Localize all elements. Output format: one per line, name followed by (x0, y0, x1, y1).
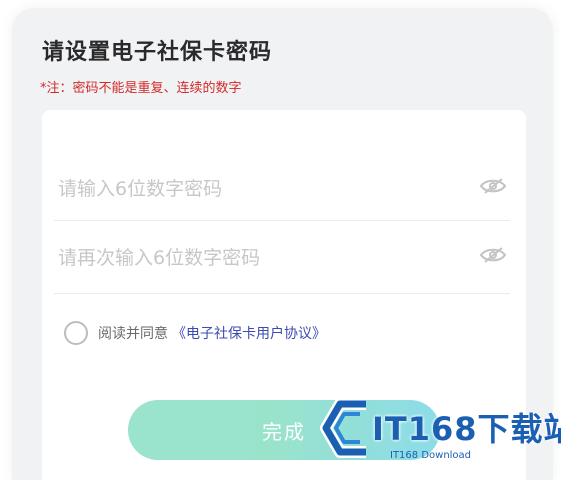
confirm-password-placeholder: 请再次输入6位数字密码 (58, 247, 261, 269)
agree-text: 阅读并同意 (98, 326, 168, 342)
password-field[interactable]: 请输入6位数字密码 (54, 148, 510, 221)
watermark-sub: IT168 Download (390, 450, 472, 461)
agreement-link[interactable]: 《电子社保卡用户协议》 (172, 323, 326, 343)
password-rule-note: *注：密码不能是重复、连续的数字 (40, 81, 242, 96)
watermark: IT168下载站 IT168 Download (320, 390, 561, 470)
confirm-password-field[interactable]: 请再次输入6位数字密码 (54, 221, 510, 294)
agree-radio[interactable] (64, 321, 88, 345)
page-title: 请设置电子社保卡密码 (42, 40, 273, 65)
watermark-logo-icon (320, 398, 366, 458)
eye-slash-icon[interactable] (480, 178, 506, 194)
watermark-brand: IT168下载站 (372, 410, 561, 448)
eye-slash-icon[interactable] (480, 247, 506, 263)
complete-button-label: 完成 (262, 419, 306, 444)
password-field-placeholder: 请输入6位数字密码 (58, 178, 223, 200)
agreement-row: 阅读并同意 《电子社保卡用户协议》 (64, 318, 326, 348)
